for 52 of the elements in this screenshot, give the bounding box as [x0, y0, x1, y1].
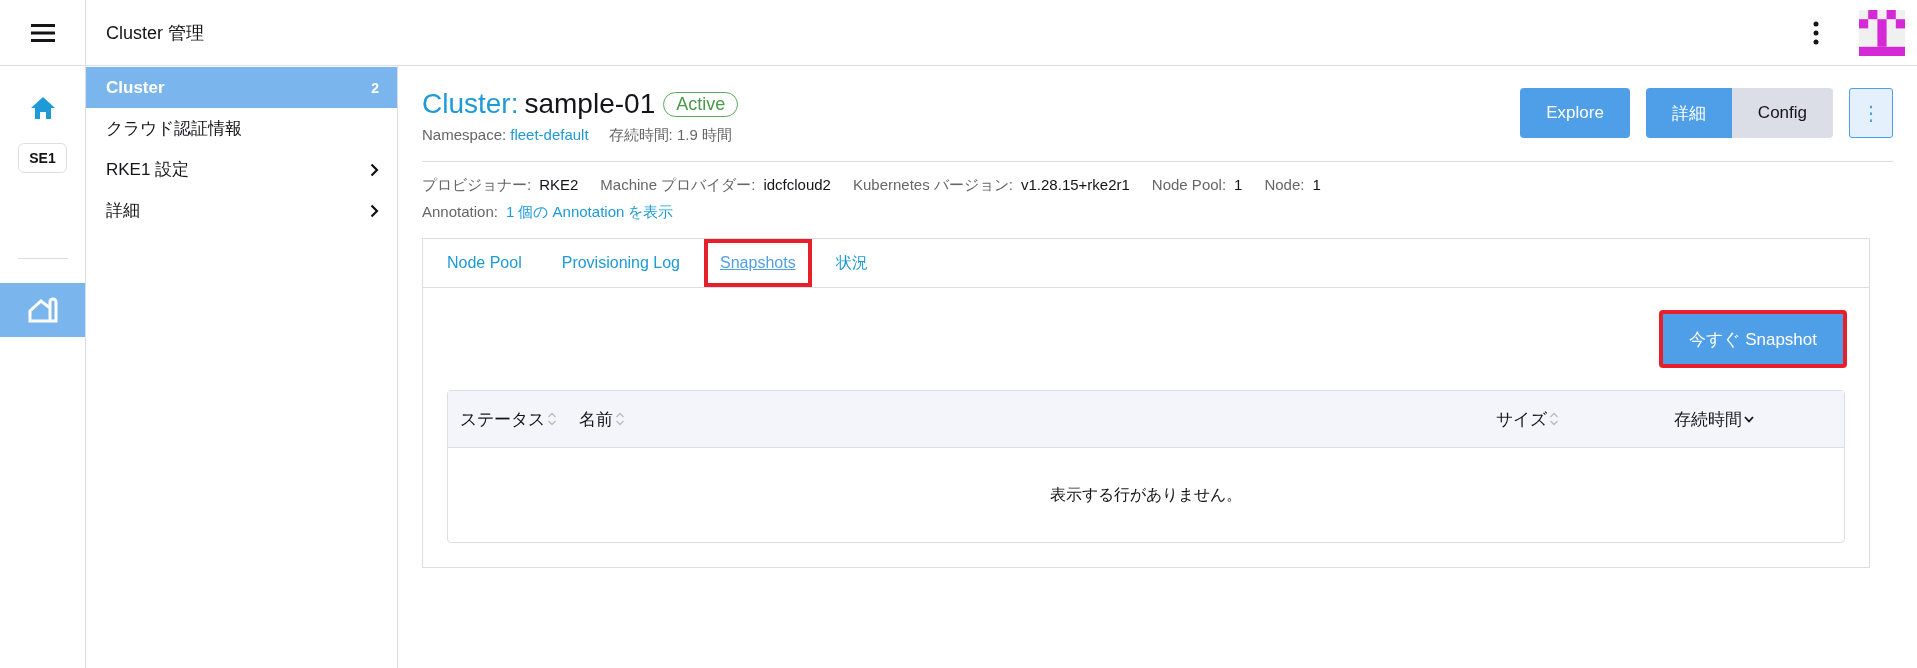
detail-label: Kubernetes バージョン: [852, 176, 1013, 195]
more-options-icon[interactable] [1813, 20, 1819, 45]
view-toggle[interactable]: 詳細 [1645, 88, 1732, 138]
view-toggle[interactable]: Config [1731, 88, 1833, 138]
namespace-link[interactable]: fleet-default [510, 126, 589, 145]
menu-icon[interactable] [30, 23, 55, 42]
avatar-icon[interactable] [1859, 9, 1905, 56]
cluster-nav-item[interactable] [0, 283, 85, 337]
empty-message: 表示する行がありません。 [1050, 484, 1242, 505]
age-text: 存続時間: 1.9 時間 [608, 126, 732, 145]
detail-value: 1 [1312, 176, 1321, 193]
home-icon[interactable] [29, 96, 56, 120]
namespace-label: Namespace: [422, 126, 507, 145]
column-header[interactable]: 名前 [579, 407, 1496, 431]
sidebar-item[interactable]: 詳細 [86, 190, 397, 231]
column-header[interactable]: サイズ [1496, 407, 1674, 431]
resource-type-label: Cluster: [422, 88, 519, 120]
page-title: Cluster 管理 [105, 21, 205, 45]
cluster-icon [27, 297, 58, 323]
tab[interactable]: Provisioning Log [545, 239, 696, 287]
actions-menu-button[interactable]: ⋮ [1849, 88, 1893, 138]
detail-value: idcfcloud2 [763, 176, 831, 193]
explore-button[interactable]: Explore [1520, 88, 1630, 138]
annotation-label: Annotation: [422, 203, 498, 222]
annotation-link[interactable]: 1 個の Annotation を表示 [505, 203, 674, 222]
sidebar-label: Cluster [106, 77, 165, 98]
detail-label: Machine プロバイダー: [600, 176, 756, 195]
cluster-name: sample-01 [524, 88, 656, 120]
detail-value: v1.28.15+rke2r1 [1021, 176, 1130, 193]
sidebar-item[interactable]: クラウド認証情報 [86, 108, 397, 149]
cluster-badge[interactable]: SE1 [18, 143, 67, 173]
sidebar-label: 詳細 [106, 200, 140, 222]
column-label: ステータス [460, 408, 545, 431]
detail-value: RKE2 [539, 176, 579, 193]
detail-value: 1 [1234, 176, 1243, 193]
sidebar-label: RKE1 設定 [106, 159, 190, 181]
snapshot-now-button[interactable]: 今すぐ Snapshot [1659, 310, 1847, 368]
sidebar-item[interactable]: RKE1 設定 [86, 149, 397, 190]
tab[interactable]: 状況 [819, 239, 884, 287]
column-label: サイズ [1496, 408, 1547, 431]
item-count: 2 [371, 79, 379, 96]
sidebar-item[interactable]: Cluster 2 [86, 67, 397, 108]
sidebar-label: クラウド認証情報 [106, 118, 242, 140]
detail-label: Node: [1264, 176, 1305, 193]
column-label: 存続時間 [1674, 408, 1742, 431]
detail-label: プロビジョナー: [422, 176, 532, 195]
column-header[interactable]: ステータス [460, 407, 579, 431]
column-label: 名前 [579, 408, 613, 431]
detail-label: Node Pool: [1151, 176, 1227, 193]
column-header[interactable]: 存続時間 [1674, 407, 1844, 431]
tab[interactable]: Snapshots [704, 239, 812, 287]
tab[interactable]: Node Pool [431, 239, 538, 287]
